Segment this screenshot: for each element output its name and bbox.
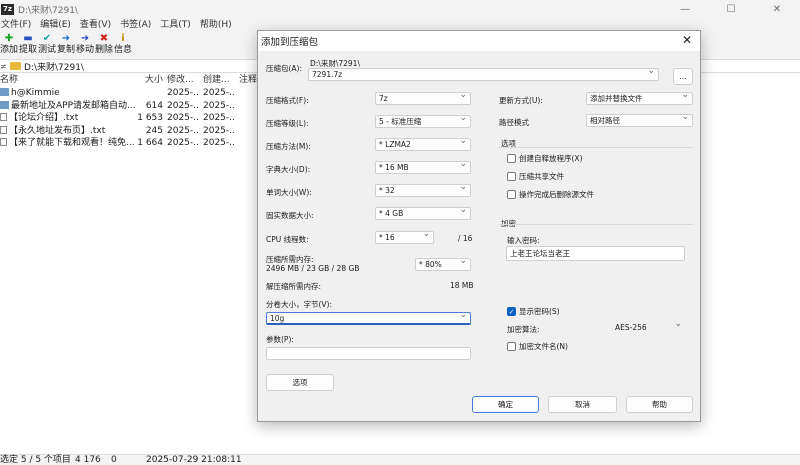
help-button[interactable]: 帮助 (626, 396, 693, 413)
column-comment[interactable]: 注释 (239, 73, 259, 87)
cpu-threads-label: CPU 线程数: (266, 235, 309, 244)
level-label: 压缩等级(L): (266, 119, 309, 128)
window-title: D:\来财\7291\ (18, 5, 78, 16)
status-datetime: 2025-07-29 21:08:11 (146, 455, 242, 465)
delete-after-checkbox-label[interactable]: 操作完成后删除源文件 (519, 189, 594, 200)
minimize-button[interactable]: — (662, 0, 708, 18)
delete-button[interactable]: ✖ 删除 (95, 33, 113, 59)
encryption-method-label: 加密算法: (507, 325, 540, 334)
show-password-checkbox[interactable]: ✓ (507, 307, 516, 316)
column-size[interactable]: 大小 (135, 73, 163, 87)
update-mode-label: 更新方式(U): (499, 96, 543, 105)
archive-label: 压缩包(A): (266, 64, 303, 73)
encryption-method-select[interactable]: AES-256 (611, 321, 686, 334)
memory-percent-select[interactable]: * 80% (415, 258, 471, 271)
options-button[interactable]: 选项 (266, 374, 334, 391)
column-modified[interactable]: 修改... (167, 73, 199, 87)
update-mode-select[interactable]: 添加并替换文件 (586, 92, 693, 105)
menu-view[interactable]: 查看(V) (79, 18, 119, 33)
compression-memory-value: 2496 MB / 23 GB / 28 GB (266, 264, 360, 273)
menu-file[interactable]: 文件(F) (0, 18, 39, 33)
menu-bookmarks[interactable]: 书签(A) (119, 18, 159, 33)
word-size-select[interactable]: * 32 (375, 184, 471, 197)
status-packed: 0 (111, 455, 117, 465)
extract-button[interactable]: ▬ 提取 (19, 33, 37, 59)
decompression-memory-label: 解压缩所需内存: (266, 282, 322, 291)
show-password-checkbox-label[interactable]: 显示密码(S) (519, 306, 560, 317)
info-button[interactable]: i 信息 (114, 33, 132, 59)
cpu-threads-select[interactable]: * 16 (375, 231, 434, 244)
menu-edit[interactable]: 编辑(E) (39, 18, 79, 33)
shared-files-checkbox[interactable] (507, 172, 516, 181)
copy-arrow-icon: ➜ (61, 33, 71, 44)
close-window-button[interactable]: ✕ (754, 0, 800, 18)
file-icon (0, 100, 9, 109)
path-mode-select[interactable]: 相对路径 (586, 114, 693, 127)
solid-size-label: 固实数据大小: (266, 211, 314, 220)
sfx-checkbox[interactable] (507, 154, 516, 163)
word-size-label: 单词大小(W): (266, 188, 312, 197)
menu-help[interactable]: 帮助(H) (199, 18, 240, 33)
encrypt-names-checkbox[interactable] (507, 342, 516, 351)
cpu-threads-total: / 16 (458, 234, 473, 243)
test-button[interactable]: ✔ 测试 (38, 33, 56, 59)
archive-name-combo[interactable]: 7291.7z (308, 68, 659, 81)
text-file-icon (0, 125, 7, 134)
text-file-icon (0, 138, 7, 146)
dictionary-label: 字典大小(D): (266, 165, 311, 174)
move-arrow-icon: ➜ (80, 33, 90, 44)
maximize-button[interactable]: ☐ (708, 0, 754, 18)
dialog-title: 添加到压缩包 (261, 37, 319, 48)
add-button[interactable]: ✚ 添加 (0, 33, 18, 59)
method-select[interactable]: * LZMA2 (375, 138, 471, 151)
title-bar: 7z D:\来财\7291\ — ☐ ✕ (0, 0, 800, 18)
cancel-button[interactable]: 取消 (548, 396, 617, 413)
check-icon: ✔ (42, 33, 52, 44)
encrypt-names-checkbox-label[interactable]: 加密文件名(N) (519, 341, 568, 352)
format-label: 压缩格式(F): (266, 96, 309, 105)
password-label: 输入密码: (507, 236, 540, 245)
decompression-memory-value: 18 MB (450, 281, 474, 290)
shared-files-checkbox-label[interactable]: 压缩共享文件 (519, 171, 564, 182)
solid-size-select[interactable]: * 4 GB (375, 207, 471, 220)
7zip-app-icon: 7z (1, 3, 14, 15)
column-name[interactable]: 名称 (0, 73, 135, 87)
options-group-line (499, 147, 693, 148)
up-folder-icon[interactable]: ≠ (0, 62, 8, 71)
info-icon: i (121, 33, 125, 44)
format-select[interactable]: 7z (375, 92, 471, 105)
method-label: 压缩方法(M): (266, 142, 311, 151)
add-to-archive-dialog: 添加到压缩包 ✕ 压缩包(A): D:\来财\7291\ 7291.7z ...… (257, 30, 701, 422)
sfx-checkbox-label[interactable]: 创建自释放程序(X) (519, 153, 583, 164)
dialog-close-button[interactable]: ✕ (682, 33, 692, 47)
split-volume-combo[interactable]: 10g (266, 312, 471, 325)
password-input[interactable]: 上老王论坛当老王 (506, 246, 685, 261)
folder-icon (10, 62, 21, 70)
address-path[interactable]: D:\来财\7291\ (24, 60, 84, 73)
dialog-title-bar: 添加到压缩包 ✕ (258, 31, 700, 51)
encryption-group-line (499, 224, 693, 225)
status-bar: 选定 5 / 5 个项目 4 176 0 2025-07-29 21:08:11 (0, 454, 800, 465)
dictionary-select[interactable]: * 16 MB (375, 161, 471, 174)
minus-icon: ▬ (23, 33, 33, 44)
split-volume-label: 分卷大小，字节(V): (266, 300, 333, 309)
delete-x-icon: ✖ (99, 33, 109, 44)
parameters-input[interactable] (266, 347, 471, 360)
text-file-icon (0, 113, 7, 121)
move-button[interactable]: ➜ 移动 (76, 33, 94, 59)
browse-button[interactable]: ... (673, 68, 693, 85)
menu-tools[interactable]: 工具(T) (159, 18, 199, 33)
ok-button[interactable]: 确定 (472, 396, 539, 413)
status-size: 4 176 (75, 455, 101, 465)
status-selection: 选定 5 / 5 个项目 (0, 455, 71, 465)
delete-after-checkbox[interactable] (507, 190, 516, 199)
column-created[interactable]: 创建... (203, 73, 235, 87)
folder-icon (0, 88, 9, 96)
path-mode-label: 路径模式 (499, 118, 529, 127)
plus-icon: ✚ (4, 33, 14, 44)
level-select[interactable]: 5 - 标准压缩 (375, 115, 471, 128)
copy-button[interactable]: ➜ 复制 (57, 33, 75, 59)
parameters-label: 参数(P): (266, 335, 294, 344)
